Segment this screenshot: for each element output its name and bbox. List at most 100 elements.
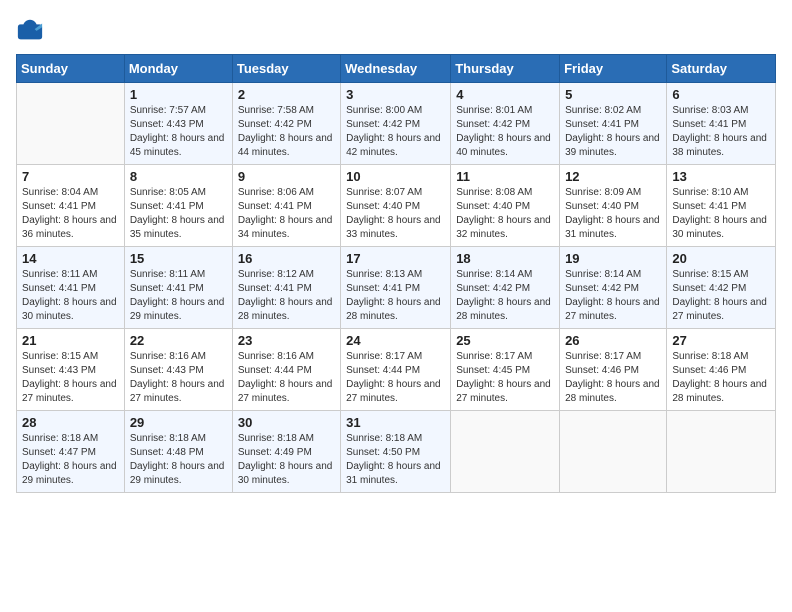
day-info: Sunrise: 8:15 AMSunset: 4:42 PMDaylight:…	[672, 268, 770, 324]
week-row-4: 21Sunrise: 8:15 AMSunset: 4:43 PMDayligh…	[17, 329, 776, 411]
day-number: 18	[456, 251, 554, 266]
day-info: Sunrise: 8:07 AMSunset: 4:40 PMDaylight:…	[346, 186, 445, 242]
weekday-header-tuesday: Tuesday	[232, 55, 340, 83]
day-info: Sunrise: 8:11 AMSunset: 4:41 PMDaylight:…	[130, 268, 227, 324]
calendar-cell: 18 Sunrise: 8:14 AMSunset: 4:42 PMDayligh…	[451, 247, 560, 329]
calendar-cell: 12Sunrise: 8:09 AMSunset: 4:40 PMDayligh…	[560, 165, 667, 247]
week-row-1: 1 Sunrise: 7:57 AMSunset: 4:43 PMDaylight…	[17, 83, 776, 165]
logo-icon	[16, 16, 44, 44]
calendar-cell: 14 Sunrise: 8:11 AMSunset: 4:41 PMDayligh…	[17, 247, 125, 329]
day-number: 31	[346, 415, 445, 430]
day-number: 5	[565, 87, 661, 102]
day-number: 14	[22, 251, 119, 266]
calendar-cell	[667, 411, 776, 493]
day-info: Sunrise: 8:17 AMSunset: 4:44 PMDaylight:…	[346, 350, 445, 406]
day-info: Sunrise: 8:00 AMSunset: 4:42 PMDaylight:…	[346, 104, 445, 160]
calendar-cell: 22 Sunrise: 8:16 AMSunset: 4:43 PMDayligh…	[124, 329, 232, 411]
header	[16, 16, 776, 44]
day-number: 21	[22, 333, 119, 348]
calendar-cell: 21Sunrise: 8:15 AMSunset: 4:43 PMDayligh…	[17, 329, 125, 411]
calendar-cell: 25 Sunrise: 8:17 AMSunset: 4:45 PMDayligh…	[451, 329, 560, 411]
calendar-cell: 16 Sunrise: 8:12 AMSunset: 4:41 PMDayligh…	[232, 247, 340, 329]
calendar-cell	[17, 83, 125, 165]
day-number: 6	[672, 87, 770, 102]
calendar-cell	[451, 411, 560, 493]
page-container: SundayMondayTuesdayWednesdayThursdayFrid…	[0, 0, 792, 503]
calendar-cell: 31 Sunrise: 8:18 AMSunset: 4:50 PMDayligh…	[341, 411, 451, 493]
weekday-header-saturday: Saturday	[667, 55, 776, 83]
calendar-cell: 20 Sunrise: 8:15 AMSunset: 4:42 PMDayligh…	[667, 247, 776, 329]
calendar-cell: 6 Sunrise: 8:03 AMSunset: 4:41 PMDaylight…	[667, 83, 776, 165]
day-number: 20	[672, 251, 770, 266]
day-info: Sunrise: 8:14 AMSunset: 4:42 PMDaylight:…	[565, 268, 661, 324]
calendar-cell: 24 Sunrise: 8:17 AMSunset: 4:44 PMDayligh…	[341, 329, 451, 411]
logo	[16, 16, 48, 44]
day-info: Sunrise: 8:16 AMSunset: 4:43 PMDaylight:…	[130, 350, 227, 406]
calendar-cell: 17Sunrise: 8:13 AMSunset: 4:41 PMDayligh…	[341, 247, 451, 329]
calendar-cell: 5 Sunrise: 8:02 AMSunset: 4:41 PMDaylight…	[560, 83, 667, 165]
day-info: Sunrise: 8:16 AMSunset: 4:44 PMDaylight:…	[238, 350, 335, 406]
day-number: 28	[22, 415, 119, 430]
day-info: Sunrise: 8:10 AMSunset: 4:41 PMDaylight:…	[672, 186, 770, 242]
day-number: 16	[238, 251, 335, 266]
calendar-cell: 15 Sunrise: 8:11 AMSunset: 4:41 PMDayligh…	[124, 247, 232, 329]
day-info: Sunrise: 8:02 AMSunset: 4:41 PMDaylight:…	[565, 104, 661, 160]
day-info: Sunrise: 8:08 AMSunset: 4:40 PMDaylight:…	[456, 186, 554, 242]
calendar-cell: 30Sunrise: 8:18 AMSunset: 4:49 PMDayligh…	[232, 411, 340, 493]
day-info: Sunrise: 8:18 AMSunset: 4:50 PMDaylight:…	[346, 432, 445, 488]
calendar-cell: 19Sunrise: 8:14 AMSunset: 4:42 PMDayligh…	[560, 247, 667, 329]
calendar-cell: 11 Sunrise: 8:08 AMSunset: 4:40 PMDayligh…	[451, 165, 560, 247]
day-number: 9	[238, 169, 335, 184]
day-number: 25	[456, 333, 554, 348]
day-info: Sunrise: 8:14 AMSunset: 4:42 PMDaylight:…	[456, 268, 554, 324]
day-info: Sunrise: 7:57 AMSunset: 4:43 PMDaylight:…	[130, 104, 227, 160]
day-number: 30	[238, 415, 335, 430]
day-info: Sunrise: 8:01 AMSunset: 4:42 PMDaylight:…	[456, 104, 554, 160]
day-number: 29	[130, 415, 227, 430]
day-number: 8	[130, 169, 227, 184]
day-number: 24	[346, 333, 445, 348]
calendar-cell: 7Sunrise: 8:04 AMSunset: 4:41 PMDaylight…	[17, 165, 125, 247]
day-info: Sunrise: 8:06 AMSunset: 4:41 PMDaylight:…	[238, 186, 335, 242]
calendar-cell: 28 Sunrise: 8:18 AMSunset: 4:47 PMDayligh…	[17, 411, 125, 493]
day-info: Sunrise: 8:18 AMSunset: 4:47 PMDaylight:…	[22, 432, 119, 488]
calendar-table: SundayMondayTuesdayWednesdayThursdayFrid…	[16, 54, 776, 493]
calendar-cell: 27Sunrise: 8:18 AMSunset: 4:46 PMDayligh…	[667, 329, 776, 411]
day-info: Sunrise: 8:18 AMSunset: 4:48 PMDaylight:…	[130, 432, 227, 488]
day-number: 2	[238, 87, 335, 102]
day-info: Sunrise: 8:12 AMSunset: 4:41 PMDaylight:…	[238, 268, 335, 324]
weekday-header-sunday: Sunday	[17, 55, 125, 83]
day-number: 3	[346, 87, 445, 102]
weekday-header-friday: Friday	[560, 55, 667, 83]
day-number: 1	[130, 87, 227, 102]
day-info: Sunrise: 8:17 AMSunset: 4:46 PMDaylight:…	[565, 350, 661, 406]
calendar-cell: 26Sunrise: 8:17 AMSunset: 4:46 PMDayligh…	[560, 329, 667, 411]
day-info: Sunrise: 8:18 AMSunset: 4:46 PMDaylight:…	[672, 350, 770, 406]
weekday-header-row: SundayMondayTuesdayWednesdayThursdayFrid…	[17, 55, 776, 83]
day-info: Sunrise: 8:11 AMSunset: 4:41 PMDaylight:…	[22, 268, 119, 324]
week-row-3: 14 Sunrise: 8:11 AMSunset: 4:41 PMDayligh…	[17, 247, 776, 329]
day-info: Sunrise: 8:17 AMSunset: 4:45 PMDaylight:…	[456, 350, 554, 406]
day-number: 15	[130, 251, 227, 266]
day-number: 17	[346, 251, 445, 266]
calendar-cell: 8Sunrise: 8:05 AMSunset: 4:41 PMDaylight…	[124, 165, 232, 247]
weekday-header-thursday: Thursday	[451, 55, 560, 83]
day-info: Sunrise: 8:09 AMSunset: 4:40 PMDaylight:…	[565, 186, 661, 242]
calendar-cell: 4Sunrise: 8:01 AMSunset: 4:42 PMDaylight…	[451, 83, 560, 165]
day-number: 7	[22, 169, 119, 184]
week-row-5: 28 Sunrise: 8:18 AMSunset: 4:47 PMDayligh…	[17, 411, 776, 493]
calendar-cell: 13 Sunrise: 8:10 AMSunset: 4:41 PMDayligh…	[667, 165, 776, 247]
day-number: 10	[346, 169, 445, 184]
day-number: 11	[456, 169, 554, 184]
weekday-header-wednesday: Wednesday	[341, 55, 451, 83]
day-number: 22	[130, 333, 227, 348]
day-info: Sunrise: 8:03 AMSunset: 4:41 PMDaylight:…	[672, 104, 770, 160]
day-number: 23	[238, 333, 335, 348]
calendar-cell: 9 Sunrise: 8:06 AMSunset: 4:41 PMDaylight…	[232, 165, 340, 247]
weekday-header-monday: Monday	[124, 55, 232, 83]
day-info: Sunrise: 7:58 AMSunset: 4:42 PMDaylight:…	[238, 104, 335, 160]
week-row-2: 7Sunrise: 8:04 AMSunset: 4:41 PMDaylight…	[17, 165, 776, 247]
calendar-cell: 10 Sunrise: 8:07 AMSunset: 4:40 PMDayligh…	[341, 165, 451, 247]
calendar-cell: 23 Sunrise: 8:16 AMSunset: 4:44 PMDayligh…	[232, 329, 340, 411]
day-number: 13	[672, 169, 770, 184]
